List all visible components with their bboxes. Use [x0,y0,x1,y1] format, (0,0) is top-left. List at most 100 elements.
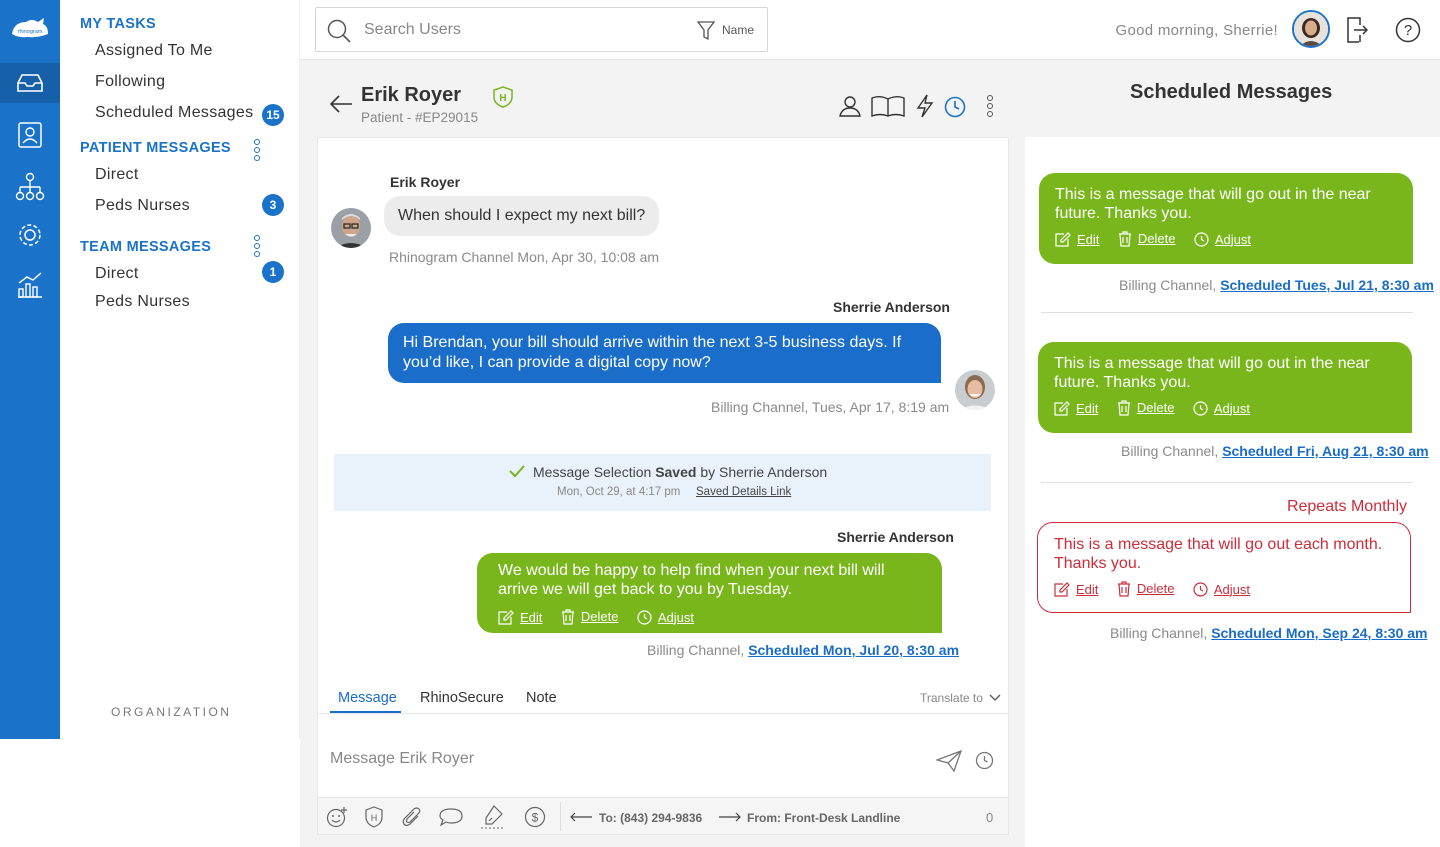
adjust-action[interactable]: Adjust [637,608,694,628]
scheduled-clock-icon[interactable] [944,96,966,118]
menu-item-pm-peds[interactable]: Peds Nurses [95,197,190,215]
translate-dropdown[interactable]: Translate to [920,691,1001,705]
user-avatar[interactable] [1292,10,1330,48]
system-event: Message Selection Saved by Sherrie Ander… [334,454,991,511]
rhinosecure-shield-icon[interactable]: H [365,806,383,828]
adjust-action[interactable]: Adjust [1194,230,1251,250]
scheduled-item-meta-prefix: Billing Channel, [1110,625,1208,641]
tab-rhinosecure[interactable]: RhinoSecure [420,690,504,706]
team-messages-more-icon[interactable] [254,235,260,257]
send-icon[interactable] [936,750,962,772]
trash-icon [1117,400,1130,416]
menu-item-tm-peds[interactable]: Peds Nurses [95,293,190,311]
delete-label: Delete [1136,400,1175,415]
scheduled-time-link[interactable]: Scheduled Mon, Jul 20, 8:30 am [748,642,959,658]
trash-icon [1118,231,1131,247]
message-bubble-outgoing[interactable]: Hi Brendan, your bill should arrive with… [388,323,941,383]
inbox-nav-icon[interactable] [0,63,60,103]
contacts-nav-icon[interactable] [0,115,60,155]
scheduled-meta-prefix: Billing Channel, [647,642,745,658]
scheduled-item-bubble[interactable]: This is a message that will go out in th… [1039,173,1413,264]
edit-icon [498,610,514,625]
chat-bubble-icon[interactable] [439,807,463,827]
tab-message[interactable]: Message [338,690,397,706]
message-meta: Rhinogram Channel Mon, Apr 30, 10:08 am [389,249,660,265]
organization-label[interactable]: ORGANIZATION [111,705,231,719]
delete-action[interactable]: Delete [1117,579,1175,599]
menu-item-scheduled[interactable]: Scheduled Messages [95,104,253,122]
patient-messages-title: PATIENT MESSAGES [80,140,231,156]
scheduled-panel-title: Scheduled Messages [1130,81,1333,103]
logout-icon[interactable] [1346,17,1368,43]
emoji-icon[interactable] [326,806,348,828]
menu-item-tm-direct[interactable]: Direct [95,265,139,283]
edit-action[interactable]: Edit [1054,580,1098,600]
from-channel[interactable]: From: Front-Desk Landline [747,811,900,825]
translate-label: Translate to [920,691,983,705]
delete-action[interactable]: Delete [1117,398,1175,418]
delete-label: Delete [580,609,619,624]
schedule-send-clock-icon[interactable] [975,751,994,770]
signature-pen-icon[interactable] [480,804,504,830]
edit-action[interactable]: Edit [1054,399,1098,419]
lightning-icon[interactable] [916,94,934,118]
delete-label: Delete [1136,581,1175,596]
scheduled-message-bubble[interactable]: We would be happy to help find when your… [477,553,942,633]
menu-item-pm-direct[interactable]: Direct [95,166,139,184]
org-chart-nav-icon[interactable] [0,168,60,208]
clock-icon [637,610,652,625]
clock-icon [1194,232,1209,247]
scheduled-item-time-link[interactable]: Scheduled Mon, Sep 24, 8:30 am [1211,625,1427,641]
payment-dollar-icon[interactable]: $ [524,806,546,828]
convo-more-icon[interactable] [987,95,993,117]
library-book-icon[interactable] [871,95,905,117]
rhinogram-logo[interactable]: rhinogram [8,14,52,44]
search-box[interactable]: Search Users Name [315,7,768,52]
tab-note[interactable]: Note [526,690,557,706]
icon-rail: rhinogram [0,0,60,739]
attachment-icon[interactable] [402,806,422,828]
scheduled-item-time-link[interactable]: Scheduled Tues, Jul 21, 8:30 am [1220,277,1434,293]
filter-icon[interactable] [697,21,715,41]
scheduled-count-badge: 15 [262,104,284,126]
adjust-action[interactable]: Adjust [1193,580,1250,600]
scheduled-item-text: This is a message that will go out each … [1054,536,1383,572]
my-tasks-title: MY TASKS [80,16,156,32]
from-arrow-icon [719,812,741,822]
filter-label[interactable]: Name [722,23,754,37]
adjust-action[interactable]: Adjust [1193,399,1250,419]
contact-name: Erik Royer [361,84,462,106]
analytics-nav-icon[interactable] [0,265,60,305]
help-icon[interactable]: ? [1395,17,1421,43]
scheduled-item-bubble[interactable]: This is a message that will go out in th… [1038,342,1412,433]
checkmark-icon [509,465,525,478]
delete-action[interactable]: Delete [561,607,619,627]
scheduled-item-time-link[interactable]: Scheduled Fri, Aug 21, 8:30 am [1222,443,1428,459]
message-sender: Sherrie Anderson [833,299,950,315]
contact-subtitle: Patient - #EP29015 [361,110,479,125]
erik-avatar [331,208,371,248]
saved-details-link[interactable]: Saved Details Link [696,486,791,498]
adjust-label: Adjust [1214,231,1252,247]
settings-nav-icon[interactable] [0,215,60,255]
back-arrow-icon[interactable] [329,94,353,114]
recurring-item-bubble[interactable]: This is a message that will go out each … [1037,522,1411,613]
menu-item-following[interactable]: Following [95,73,165,91]
clock-icon [1193,401,1208,416]
to-number[interactable]: To: (843) 294-9836 [599,811,702,825]
scheduled-item-meta: Billing Channel, Scheduled Mon, Sep 24, … [1110,625,1427,641]
item-divider [1041,312,1413,313]
char-count: 0 [986,810,994,825]
menu-item-assigned[interactable]: Assigned To Me [95,42,213,60]
message-meta: Billing Channel, Tues, Apr 17, 8:19 am [711,399,950,415]
pm-peds-count-badge: 3 [262,194,284,216]
compose-input[interactable]: Message Erik Royer [330,750,474,768]
edit-action[interactable]: Edit [1055,230,1099,250]
edit-action[interactable]: Edit [498,608,542,628]
search-input[interactable]: Search Users [364,21,461,39]
delete-action[interactable]: Delete [1118,229,1176,249]
delete-label: Delete [1137,231,1176,246]
profile-icon[interactable] [838,95,862,117]
message-bubble-incoming[interactable]: When should I expect my next bill? [384,196,660,236]
patient-messages-more-icon[interactable] [254,139,260,161]
